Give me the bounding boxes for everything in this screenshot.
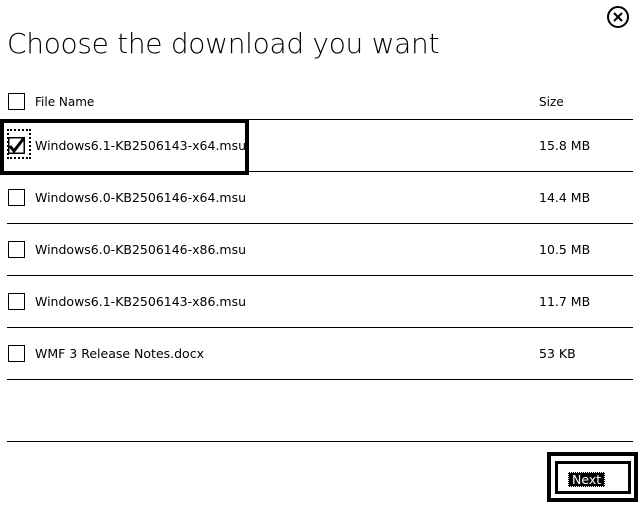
file-name: Windows6.0-KB2506146-x86.msu xyxy=(35,242,247,257)
focus-indicator xyxy=(7,129,31,159)
table-row[interactable]: Windows6.1-KB2506143-x86.msu 11.7 MB xyxy=(0,276,641,328)
row-checkbox[interactable] xyxy=(8,345,25,362)
file-name: WMF 3 Release Notes.docx xyxy=(35,346,204,361)
file-name: Windows6.0-KB2506146-x64.msu xyxy=(35,190,247,205)
row-checkbox[interactable] xyxy=(8,293,25,310)
table-row[interactable]: WMF 3 Release Notes.docx 53 KB xyxy=(0,328,641,380)
row-checkbox[interactable] xyxy=(8,241,25,258)
selected-row-highlight xyxy=(0,119,249,175)
file-name-header: File Name xyxy=(35,95,95,109)
select-all-checkbox[interactable] xyxy=(8,93,25,110)
row-divider xyxy=(7,379,633,380)
file-name: Windows6.1-KB2506143-x86.msu xyxy=(35,294,247,309)
close-icon xyxy=(613,12,623,22)
download-dialog: Choose the download you want File Name S… xyxy=(0,0,641,505)
footer-divider xyxy=(7,441,633,442)
file-size: 15.8 MB xyxy=(539,138,591,153)
next-button-label: Next xyxy=(568,472,606,487)
table-row[interactable]: Windows6.0-KB2506146-x64.msu 14.4 MB xyxy=(0,172,641,224)
size-header: Size xyxy=(539,95,564,109)
table-row[interactable]: Windows6.0-KB2506146-x86.msu 10.5 MB xyxy=(0,224,641,276)
dialog-title: Choose the download you want xyxy=(7,27,440,60)
file-size: 10.5 MB xyxy=(539,242,591,257)
file-size: 53 KB xyxy=(539,346,576,361)
next-button[interactable]: Next xyxy=(555,461,631,494)
row-checkbox[interactable] xyxy=(8,189,25,206)
close-button[interactable] xyxy=(607,6,629,28)
file-size: 14.4 MB xyxy=(539,190,591,205)
file-size: 11.7 MB xyxy=(539,294,591,309)
